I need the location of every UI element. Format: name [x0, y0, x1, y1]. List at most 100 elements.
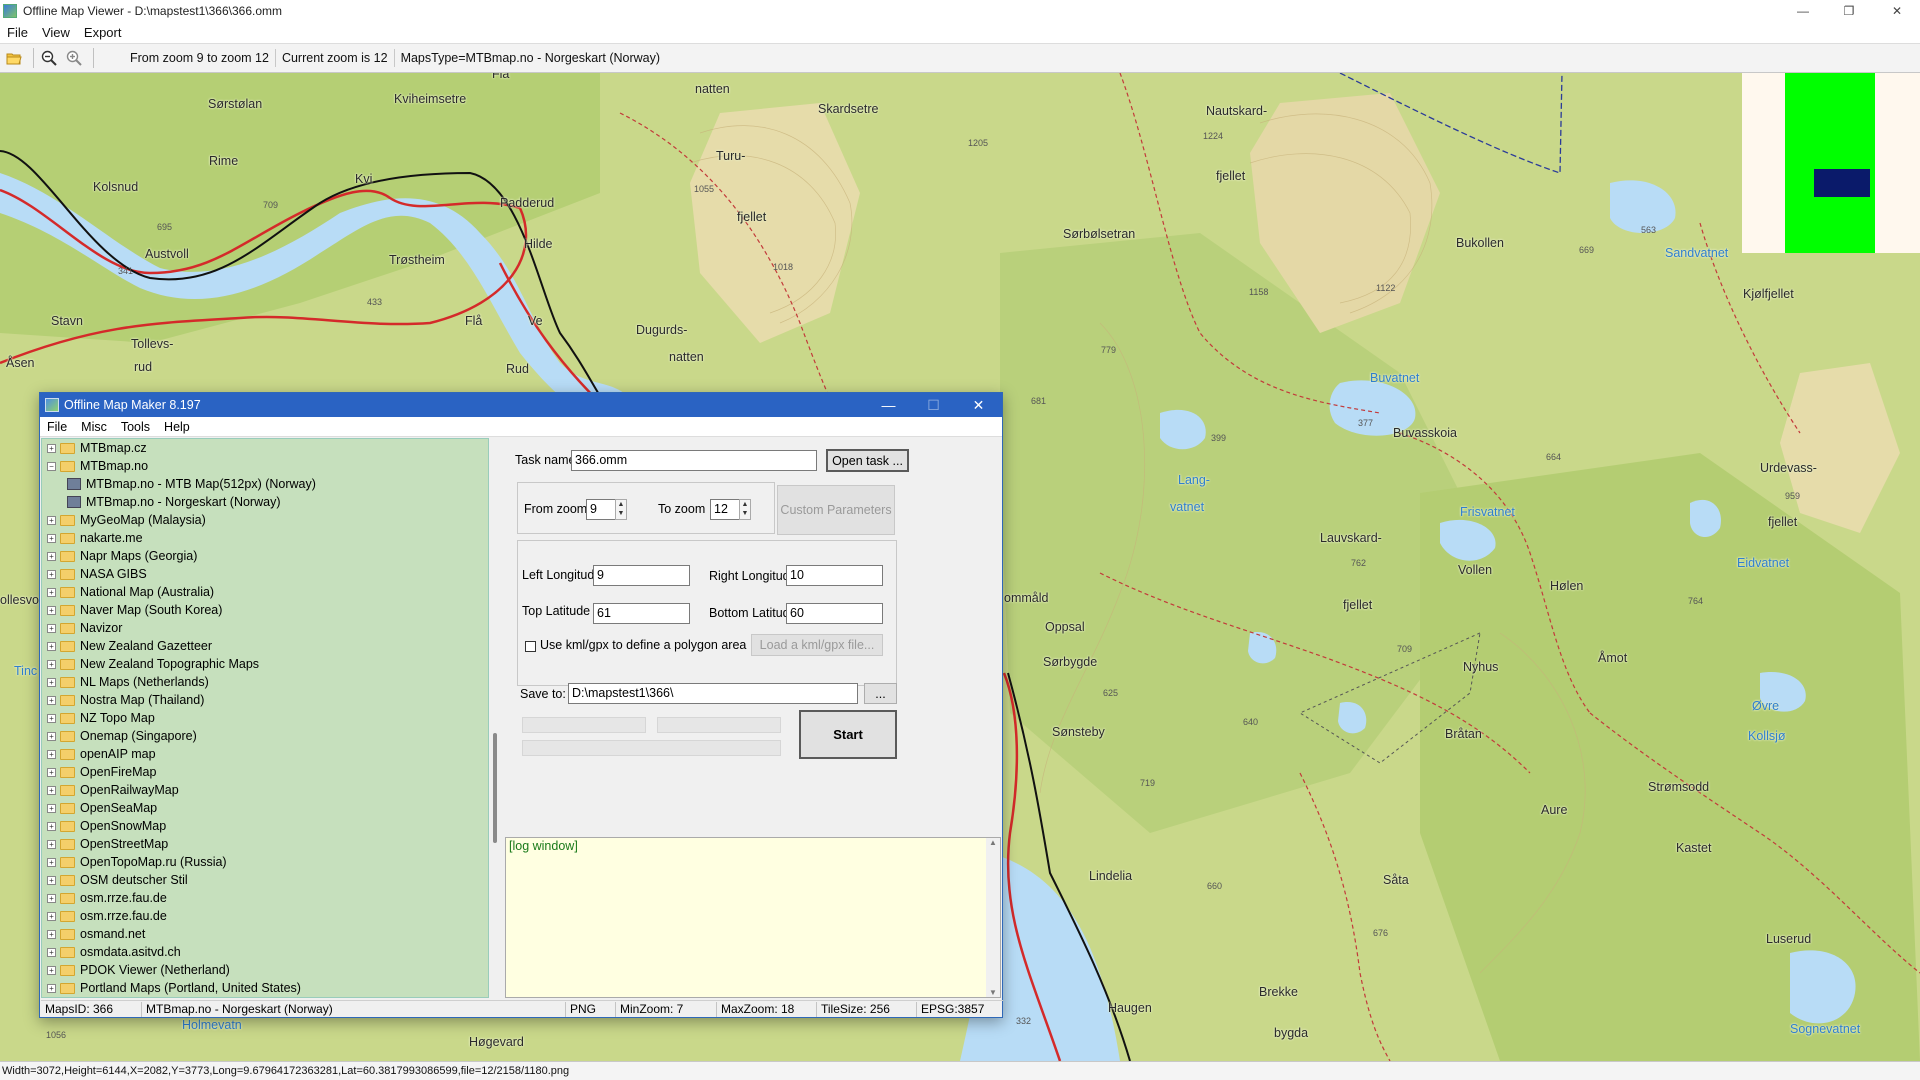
expand-icon[interactable]: + [47, 911, 56, 921]
start-button[interactable]: Start [799, 710, 897, 759]
expand-icon[interactable]: + [47, 875, 56, 885]
expand-icon[interactable]: + [47, 695, 56, 705]
bottom-latitude-input[interactable]: 60 [786, 603, 883, 624]
collapse-icon[interactable]: − [47, 461, 56, 471]
tree-item[interactable]: + OpenTopoMap.ru (Russia) [42, 853, 488, 871]
tree-item[interactable]: MTBmap.no - Norgeskart (Norway) [42, 493, 488, 511]
task-name-input[interactable]: 366.omm [571, 450, 817, 471]
to-zoom-spinner[interactable]: ▲ ▼ [739, 499, 751, 520]
tree-item[interactable]: + osmand.net [42, 925, 488, 943]
expand-icon[interactable]: + [47, 677, 56, 687]
tree-item[interactable]: MTBmap.no - MTB Map(512px) (Norway) [42, 475, 488, 493]
dialog-menu-tools[interactable]: Tools [114, 420, 157, 434]
tree-item[interactable]: + osmdata.asitvd.ch [42, 943, 488, 961]
open-folder-icon[interactable] [3, 47, 25, 69]
tree-item[interactable]: + NL Maps (Netherlands) [42, 673, 488, 691]
tree-item[interactable]: + nakarte.me [42, 529, 488, 547]
menu-export[interactable]: Export [77, 25, 129, 40]
browse-button[interactable]: ... [864, 683, 897, 704]
tree-item[interactable]: + OpenSnowMap [42, 817, 488, 835]
zoom-in-icon[interactable] [63, 47, 85, 69]
open-task-button[interactable]: Open task ... [826, 449, 909, 472]
tree-item[interactable]: + Onemap (Singapore) [42, 727, 488, 745]
expand-icon[interactable]: + [47, 803, 56, 813]
expand-icon[interactable]: + [47, 731, 56, 741]
expand-icon[interactable]: + [47, 929, 56, 939]
zoom-out-icon[interactable] [38, 47, 60, 69]
tree-item[interactable]: + Napr Maps (Georgia) [42, 547, 488, 565]
close-button[interactable]: ✕ [1874, 0, 1920, 22]
expand-icon[interactable]: + [47, 659, 56, 669]
tree-scrollbar[interactable] [489, 438, 503, 998]
expand-icon[interactable]: + [47, 515, 56, 525]
log-scrollbar[interactable]: ▲ ▼ [986, 838, 1000, 997]
tree-item[interactable]: + MTBmap.cz [42, 439, 488, 457]
tree-item[interactable]: + OpenFireMap [42, 763, 488, 781]
expand-icon[interactable]: + [47, 641, 56, 651]
menu-view[interactable]: View [35, 25, 77, 40]
right-longitude-input[interactable]: 10 [786, 565, 883, 586]
dialog-menu-misc[interactable]: Misc [74, 420, 114, 434]
tree-item[interactable]: + Navizor [42, 619, 488, 637]
save-to-input[interactable]: D:\mapstest1\366\ [568, 683, 858, 704]
tree-item[interactable]: + NZ Topo Map [42, 709, 488, 727]
expand-icon[interactable]: + [47, 443, 56, 453]
tree-item[interactable]: − MTBmap.no [42, 457, 488, 475]
tree-item[interactable]: + Nostra Map (Thailand) [42, 691, 488, 709]
tree-item[interactable]: + National Map (Australia) [42, 583, 488, 601]
expand-icon[interactable]: + [47, 569, 56, 579]
tree-item[interactable]: + OpenStreetMap [42, 835, 488, 853]
folder-icon [60, 856, 75, 868]
log-window[interactable]: [log window] ▲ ▼ [505, 837, 1001, 998]
expand-icon[interactable]: + [47, 965, 56, 975]
tree-item[interactable]: + osm.rrze.fau.de [42, 907, 488, 925]
use-kml-checkbox[interactable] [525, 641, 536, 652]
custom-parameters-button[interactable]: Custom Parameters [777, 485, 895, 535]
expand-icon[interactable]: + [47, 767, 56, 777]
expand-icon[interactable]: + [47, 623, 56, 633]
tree-item[interactable]: + OpenSeaMap [42, 799, 488, 817]
expand-icon[interactable]: + [47, 587, 56, 597]
dialog-menu-help[interactable]: Help [157, 420, 197, 434]
tree-item[interactable]: + OpenRailwayMap [42, 781, 488, 799]
from-zoom-input[interactable]: 9 [586, 499, 616, 520]
tree-item[interactable]: + osm.rrze.fau.de [42, 889, 488, 907]
tree-item[interactable]: + NASA GIBS [42, 565, 488, 583]
expand-icon[interactable]: + [47, 785, 56, 795]
tree-item[interactable]: + MyGeoMap (Malaysia) [42, 511, 488, 529]
expand-icon[interactable]: + [47, 947, 56, 957]
overview-minimap[interactable] [1742, 73, 1920, 253]
expand-icon[interactable]: + [47, 533, 56, 543]
dialog-maximize-button[interactable]: ☐ [911, 393, 956, 417]
load-kml-button[interactable]: Load a kml/gpx file... [751, 634, 883, 656]
expand-icon[interactable]: + [47, 551, 56, 561]
dialog-minimize-button[interactable]: — [866, 393, 911, 417]
expand-icon[interactable]: + [47, 749, 56, 759]
maximize-button[interactable]: ❐ [1826, 0, 1872, 22]
expand-icon[interactable]: + [47, 821, 56, 831]
tree-item[interactable]: + New Zealand Topographic Maps [42, 655, 488, 673]
expand-icon[interactable]: + [47, 713, 56, 723]
tree-item[interactable]: + openAIP map [42, 745, 488, 763]
expand-icon[interactable]: + [47, 839, 56, 849]
overview-viewport[interactable] [1814, 169, 1870, 197]
from-zoom-spinner[interactable]: ▲ ▼ [615, 499, 627, 520]
menu-file[interactable]: File [0, 25, 35, 40]
expand-icon[interactable]: + [47, 605, 56, 615]
expand-icon[interactable]: + [47, 893, 56, 903]
to-zoom-input[interactable]: 12 [710, 499, 740, 520]
map-source-tree[interactable]: + MTBmap.cz − MTBmap.no MTBmap.no - MTB Map(… [41, 438, 489, 998]
tree-item[interactable]: + OSM deutscher Stil [42, 871, 488, 889]
minimize-button[interactable]: — [1780, 0, 1826, 22]
dialog-close-button[interactable]: ✕ [956, 393, 1001, 417]
expand-icon[interactable]: + [47, 983, 56, 993]
dialog-menu-file[interactable]: File [40, 420, 74, 434]
tree-item[interactable]: + Naver Map (South Korea) [42, 601, 488, 619]
top-latitude-input[interactable]: 61 [593, 603, 690, 624]
tree-item[interactable]: + PDOK Viewer (Netherland) [42, 961, 488, 979]
tree-scroll-thumb[interactable] [493, 733, 497, 843]
left-longitude-input[interactable]: 9 [593, 565, 690, 586]
tree-item[interactable]: + Portland Maps (Portland, United States) [42, 979, 488, 997]
expand-icon[interactable]: + [47, 857, 56, 867]
tree-item[interactable]: + New Zealand Gazetteer [42, 637, 488, 655]
